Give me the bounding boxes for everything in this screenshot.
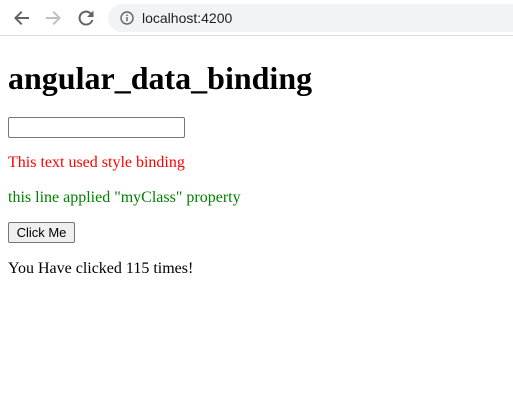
back-button[interactable] [11, 7, 33, 29]
text-input[interactable] [8, 117, 185, 138]
reload-button[interactable] [75, 7, 97, 29]
forward-arrow-icon [46, 11, 61, 25]
click-me-button[interactable]: Click Me [8, 222, 75, 243]
back-arrow-icon [14, 11, 29, 25]
browser-toolbar: localhost:4200 [0, 0, 513, 36]
reload-icon [78, 10, 94, 26]
click-count-text: You Have clicked 115 times! [8, 260, 194, 277]
url-text: localhost:4200 [142, 10, 233, 26]
page-title: angular_data_binding [8, 60, 313, 96]
style-binding-text: This text used style binding [8, 154, 185, 171]
address-bar[interactable]: localhost:4200 [108, 4, 513, 32]
info-icon[interactable] [120, 11, 134, 25]
page-content: angular_data_binding This text used styl… [8, 37, 505, 277]
forward-button[interactable] [42, 7, 64, 29]
class-binding-text: this line applied "myClass" property [8, 189, 241, 206]
